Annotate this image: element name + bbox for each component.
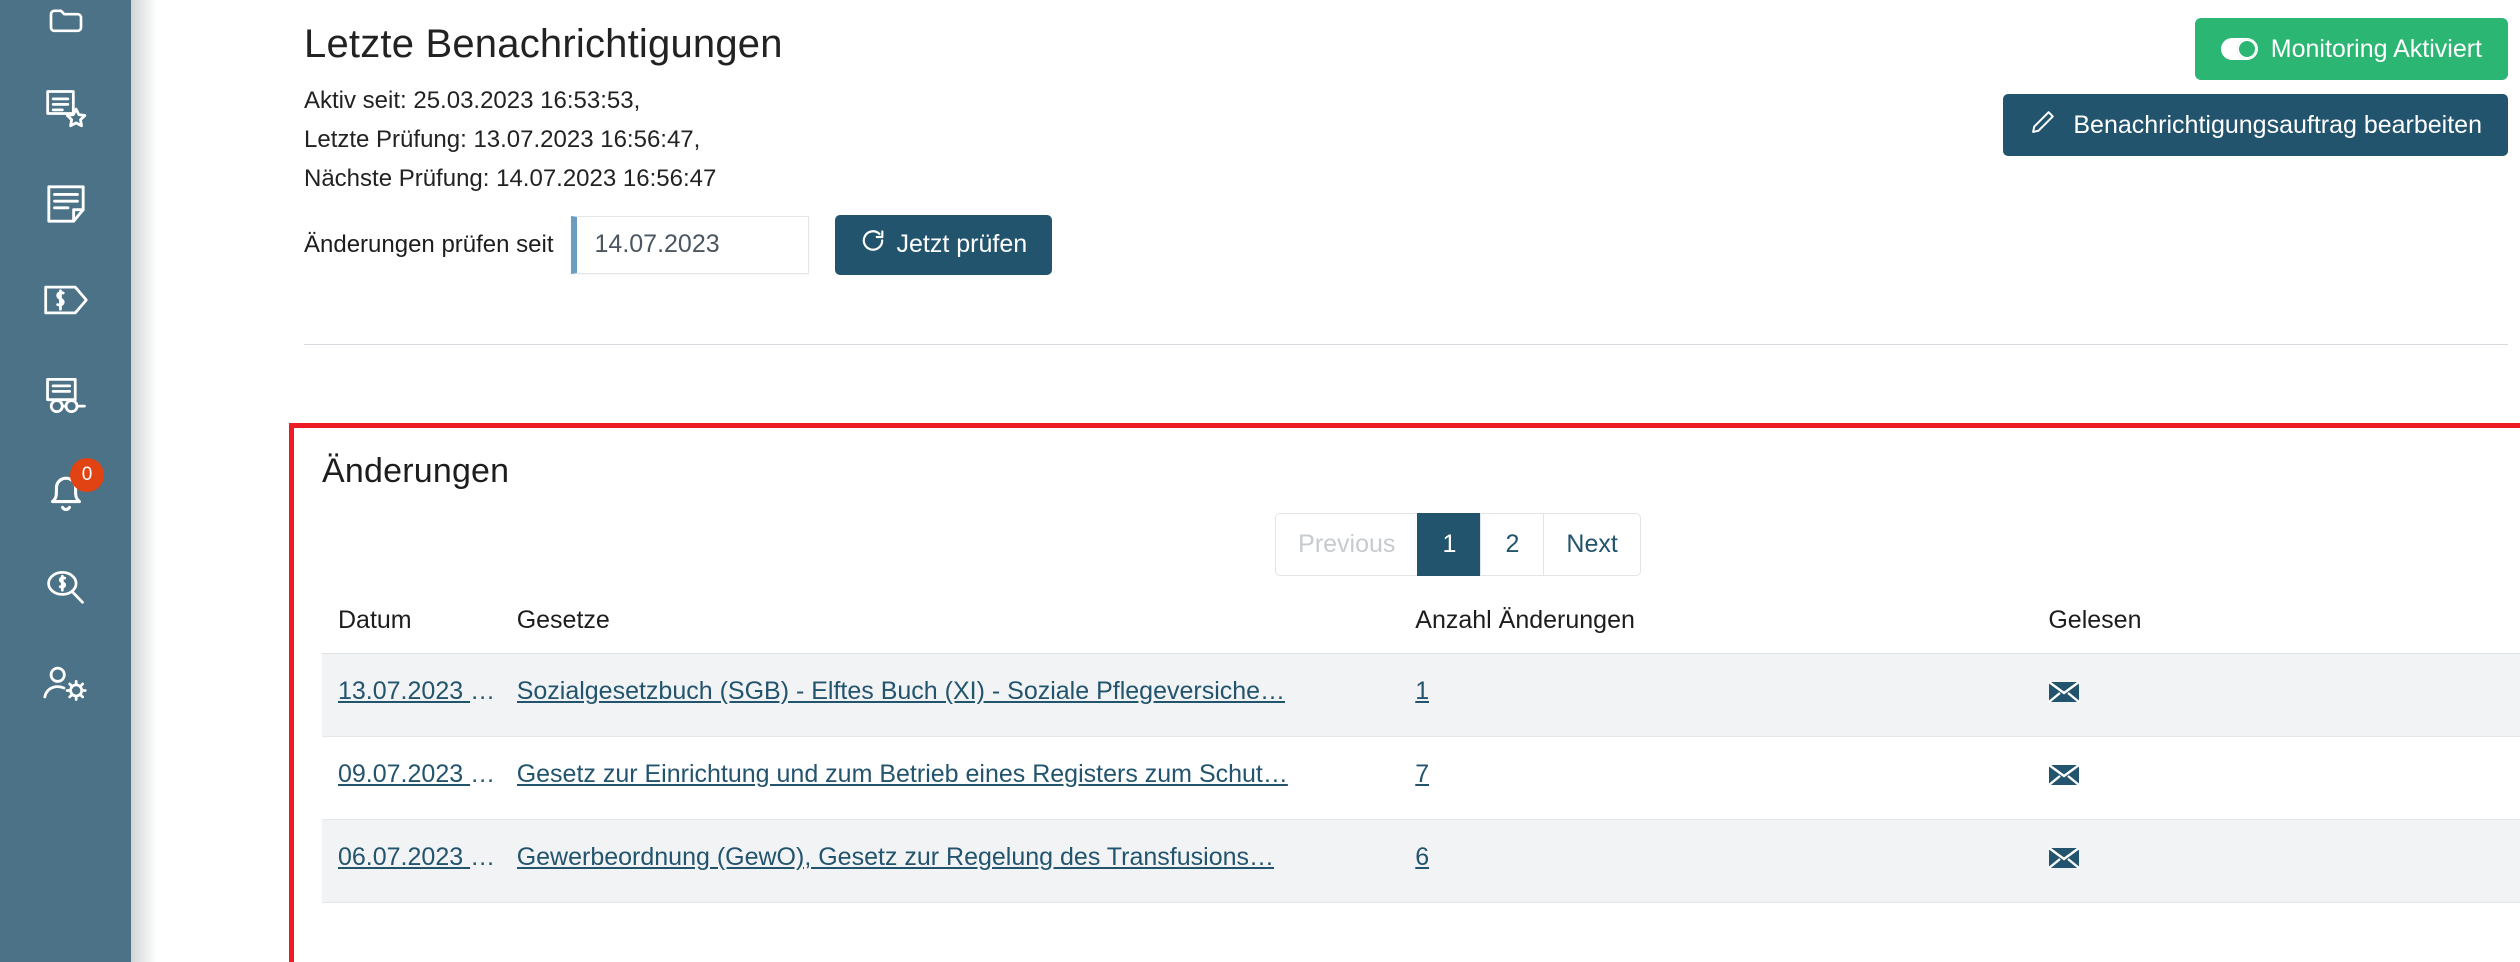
paragraph-tag-icon xyxy=(42,282,90,318)
cell-gelesen xyxy=(2032,736,2482,820)
row-count-link[interactable]: 7 xyxy=(1415,760,1429,789)
sidebar-item-notifications[interactable]: 0 xyxy=(0,444,131,540)
cell-gesetze: Sozialgesetzbuch (SGB) - Elftes Buch (XI… xyxy=(500,653,1400,737)
row-law-link[interactable]: Sozialgesetzbuch (SGB) - Elftes Buch (XI… xyxy=(517,677,1285,706)
row-date-link[interactable]: 09.07.2023 1… xyxy=(338,760,501,789)
pagination-page-2[interactable]: 2 xyxy=(1480,513,1544,576)
envelope-icon[interactable] xyxy=(2048,763,2081,787)
check-since-row: Änderungen prüfen seit 14.07.2023 Jetzt … xyxy=(304,214,2520,275)
row-law-link[interactable]: Gewerbeordnung (GewO), Gesetz zur Regelu… xyxy=(517,843,1274,872)
cell-delete xyxy=(2481,653,2520,737)
cell-datum: 06.07.2023 1… xyxy=(322,819,501,903)
table-row: 13.07.2023 1… Sozialgesetzbuch (SGB) - E… xyxy=(322,653,2520,737)
cell-gelesen xyxy=(2032,653,2482,737)
document-note-icon xyxy=(42,183,90,225)
envelope-icon[interactable] xyxy=(2048,680,2081,704)
sidebar-item-read[interactable] xyxy=(0,348,131,444)
row-count-link[interactable]: 6 xyxy=(1415,843,1429,872)
edit-notification-order-label: Benachrichtigungsauftrag bearbeiten xyxy=(2073,110,2482,139)
envelope-icon[interactable] xyxy=(2048,846,2081,870)
sidebar: 0 xyxy=(0,0,131,962)
sidebar-item-user-settings[interactable] xyxy=(0,636,131,732)
sidebar-item-folder[interactable] xyxy=(0,0,131,60)
column-header-gelesen: Gelesen xyxy=(2032,596,2482,654)
meta-line-next-check: Nächste Prüfung: 14.07.2023 16:56:47 xyxy=(304,164,717,192)
monitoring-label: Monitoring Aktiviert xyxy=(2270,34,2482,63)
refresh-icon xyxy=(860,228,886,261)
changes-title: Änderungen xyxy=(322,452,510,490)
table-header-row: Datum Gesetze Anzahl Änderungen Gelesen xyxy=(322,596,2520,654)
cell-anzahl: 6 xyxy=(1399,819,2033,903)
app-root: 0 Letzte Benachrichtigungen Aktiv seit: … xyxy=(0,0,2520,962)
cell-datum: 13.07.2023 1… xyxy=(322,653,501,737)
section-divider xyxy=(304,344,2508,345)
pagination-page-1[interactable]: 1 xyxy=(1417,513,1481,576)
cell-gesetze: Gesetz zur Einrichtung und zum Betrieb e… xyxy=(500,736,1400,820)
edit-notification-order-button[interactable]: Benachrichtigungsauftrag bearbeiten xyxy=(2003,94,2508,156)
pagination-next[interactable]: Next xyxy=(1543,513,1641,576)
sidebar-item-laws[interactable] xyxy=(0,252,131,348)
main-content: Letzte Benachrichtigungen Aktiv seit: 25… xyxy=(131,0,2520,962)
cell-delete xyxy=(2481,819,2520,903)
check-now-label: Jetzt prüfen xyxy=(896,230,1028,259)
sidebar-item-notes[interactable] xyxy=(0,156,131,252)
cell-anzahl: 7 xyxy=(1399,736,2033,820)
check-since-label: Änderungen prüfen seit xyxy=(304,230,554,258)
cell-datum: 09.07.2023 1… xyxy=(322,736,501,820)
row-law-link[interactable]: Gesetz zur Einrichtung und zum Betrieb e… xyxy=(517,760,1288,789)
row-date-link[interactable]: 06.07.2023 1… xyxy=(338,843,501,872)
row-count-link[interactable]: 1 xyxy=(1415,677,1429,706)
paragraph-search-icon xyxy=(43,566,89,610)
column-header-datum: Datum xyxy=(322,596,501,654)
changes-panel: Änderungen Previous 1 2 Next Datum Geset… xyxy=(289,423,2520,962)
cell-anzahl: 1 xyxy=(1399,653,2033,737)
header-actions: Monitoring Aktiviert Benachrichtigungsau… xyxy=(2003,18,2508,156)
check-now-button[interactable]: Jetzt prüfen xyxy=(834,214,1053,275)
notification-badge: 0 xyxy=(70,458,104,492)
document-star-icon xyxy=(42,86,90,130)
pagination-previous[interactable]: Previous xyxy=(1275,513,1418,576)
sidebar-item-favorites[interactable] xyxy=(0,60,131,156)
pencil-icon xyxy=(2029,108,2057,143)
cell-gelesen xyxy=(2032,819,2482,903)
document-glasses-icon xyxy=(42,375,90,417)
cell-delete xyxy=(2481,736,2520,820)
table-row: 09.07.2023 1… Gesetz zur Einrichtung und… xyxy=(322,736,2520,820)
user-settings-icon xyxy=(42,663,90,705)
folder-icon xyxy=(43,0,89,40)
monitoring-toggle-button[interactable]: Monitoring Aktiviert xyxy=(2194,18,2508,80)
changes-table: Datum Gesetze Anzahl Änderungen Gelesen … xyxy=(322,596,2520,903)
column-header-gesetze: Gesetze xyxy=(500,596,1400,654)
toggle-on-icon xyxy=(2220,38,2258,60)
pagination: Previous 1 2 Next xyxy=(322,513,2520,576)
column-header-anzahl: Anzahl Änderungen xyxy=(1399,596,2033,654)
row-date-link[interactable]: 13.07.2023 1… xyxy=(338,677,501,706)
cell-gesetze: Gewerbeordnung (GewO), Gesetz zur Regelu… xyxy=(500,819,1400,903)
table-row: 06.07.2023 1… Gewerbeordnung (GewO), Ges… xyxy=(322,819,2520,903)
check-since-date-input[interactable]: 14.07.2023 xyxy=(570,215,809,274)
column-header-actions xyxy=(2481,596,2520,654)
sidebar-item-search[interactable] xyxy=(0,540,131,636)
